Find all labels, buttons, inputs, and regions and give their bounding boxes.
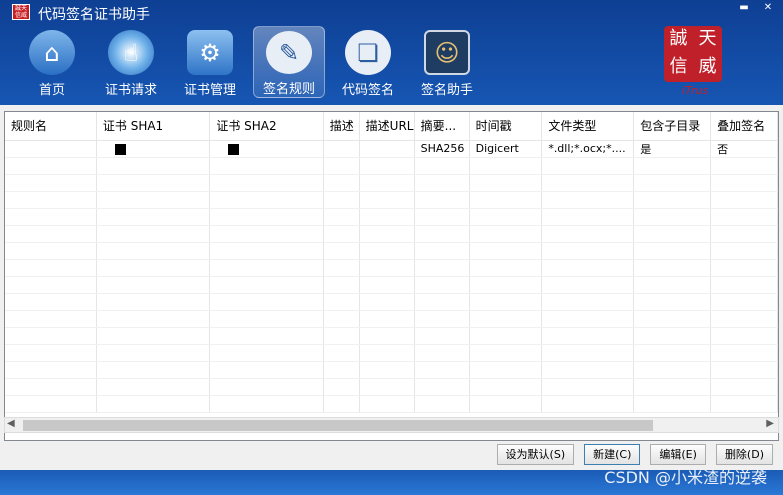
- toolbar-label: 首页: [38, 83, 65, 98]
- toolbar-sign-rules[interactable]: ✎ 签名规则: [253, 26, 325, 98]
- table-row-empty: [5, 225, 778, 243]
- table-row-empty: [5, 174, 778, 192]
- seal-char: 信: [669, 56, 688, 77]
- column-header[interactable]: 时间戳: [469, 112, 543, 141]
- close-button[interactable]: ✕: [761, 2, 775, 14]
- table-cell: 是: [633, 140, 712, 158]
- table-header-row: 规则名 证书 SHA1 证书 SHA2 描述 描述URL 摘要... 时间戳 文…: [5, 112, 778, 141]
- redacted-block: [228, 143, 240, 155]
- title-bar: 誠天 信威 代码签名证书助手 ▬ ✕: [0, 0, 783, 24]
- table-cell: [5, 140, 97, 158]
- seal-char: 威: [698, 56, 717, 77]
- redacted-block: [114, 143, 126, 155]
- gear-icon: ⚙: [187, 30, 233, 75]
- users-icon: ☺: [424, 30, 470, 75]
- toolbar-cert-request[interactable]: ☝ 证书请求: [95, 26, 167, 98]
- pen-document-icon: ✎: [266, 31, 312, 74]
- table-row-empty: [5, 259, 778, 277]
- window-controls: ▬ ✕: [737, 2, 775, 14]
- column-header[interactable]: 文件类型: [541, 112, 635, 141]
- column-header[interactable]: 叠加签名: [710, 112, 778, 141]
- brand-seal-icon: 誠 天 信 威: [664, 26, 722, 82]
- table-row-empty: [5, 327, 778, 345]
- column-header[interactable]: 证书 SHA2: [209, 112, 324, 141]
- table-cell: Digicert: [469, 140, 543, 158]
- table-cell: [209, 140, 324, 158]
- table-cell: [96, 140, 211, 158]
- seal-char: 誠: [669, 28, 688, 49]
- main-window: 誠天 信威 代码签名证书助手 ▬ ✕ ⌂ 首页 ☝ 证书请求 ⚙ 证书管理 ✎ 签…: [0, 0, 783, 495]
- column-header[interactable]: 摘要...: [414, 112, 470, 141]
- toolbar-label: 签名助手: [420, 83, 473, 98]
- toolbar-label: 签名规则: [262, 82, 315, 97]
- app-logo-icon: 誠天 信威: [12, 4, 30, 20]
- table-row-empty: [5, 208, 778, 226]
- toolbar-label: 证书请求: [104, 83, 157, 98]
- horizontal-scrollbar[interactable]: ◀ ▶: [4, 417, 779, 433]
- rules-table[interactable]: 规则名 证书 SHA1 证书 SHA2 描述 描述URL 摘要... 时间戳 文…: [4, 111, 779, 441]
- table-cell: 否: [710, 140, 778, 158]
- table-cell: SHA256: [414, 140, 470, 158]
- seal-char: 天: [698, 28, 717, 49]
- column-header[interactable]: 描述URL: [359, 112, 415, 141]
- table-row-empty: [5, 344, 778, 362]
- table-row-empty: [5, 361, 778, 379]
- table-row-empty: [5, 276, 778, 294]
- table-row-empty: [5, 378, 778, 396]
- toolbar-cert-manage[interactable]: ⚙ 证书管理: [174, 26, 246, 98]
- toolbar-code-sign[interactable]: ❏ 代码签名: [332, 26, 404, 98]
- table-row-empty: [5, 310, 778, 328]
- column-header[interactable]: 包含子目录: [633, 112, 712, 141]
- watermark-text: CSDN @小米渣的逆袭: [604, 468, 767, 487]
- table-row-empty: [5, 191, 778, 209]
- minimize-button[interactable]: ▬: [737, 2, 751, 14]
- table-cell: [323, 140, 360, 158]
- content-area: 规则名 证书 SHA1 证书 SHA2 描述 描述URL 摘要... 时间戳 文…: [0, 105, 783, 470]
- table-cell: *.dll;*.ocx;*....: [541, 140, 635, 158]
- column-header[interactable]: 描述: [323, 112, 360, 141]
- table-row-empty: [5, 242, 778, 260]
- certificate-icon: ❏: [345, 30, 391, 75]
- scrollbar-thumb[interactable]: [23, 420, 653, 431]
- edit-button[interactable]: 编辑(E): [650, 444, 706, 465]
- hand-pointer-icon: ☝: [108, 30, 154, 75]
- set-default-button[interactable]: 设为默认(S): [496, 444, 575, 465]
- delete-button[interactable]: 删除(D): [715, 444, 773, 465]
- brand-tagline: iTrus: [681, 84, 709, 97]
- table-cell: [359, 140, 415, 158]
- window-title: 代码签名证书助手: [38, 7, 150, 23]
- toolbar-home[interactable]: ⌂ 首页: [16, 26, 88, 98]
- action-buttons: 设为默认(S) 新建(C) 编辑(E) 删除(D): [496, 444, 773, 465]
- home-icon: ⌂: [29, 30, 75, 75]
- new-button[interactable]: 新建(C): [584, 444, 641, 465]
- scroll-right-icon[interactable]: ▶: [766, 418, 774, 429]
- brand-logo: 誠 天 信 威 iTrus: [664, 26, 726, 97]
- table-row[interactable]: SHA256 Digicert *.dll;*.ocx;*.... 是 否: [5, 140, 778, 158]
- column-header[interactable]: 证书 SHA1: [96, 112, 211, 141]
- column-header[interactable]: 规则名: [5, 112, 97, 141]
- table-row-empty: [5, 395, 778, 413]
- main-toolbar: ⌂ 首页 ☝ 证书请求 ⚙ 证书管理 ✎ 签名规则 ❏ 代码签名 ☺ 签名助手: [16, 26, 490, 98]
- table-row-empty: [5, 157, 778, 175]
- toolbar-label: 证书管理: [183, 83, 236, 98]
- toolbar-label: 代码签名: [341, 83, 394, 98]
- toolbar-sign-assistant[interactable]: ☺ 签名助手: [411, 26, 483, 98]
- scroll-left-icon[interactable]: ◀: [7, 418, 15, 429]
- table-row-empty: [5, 293, 778, 311]
